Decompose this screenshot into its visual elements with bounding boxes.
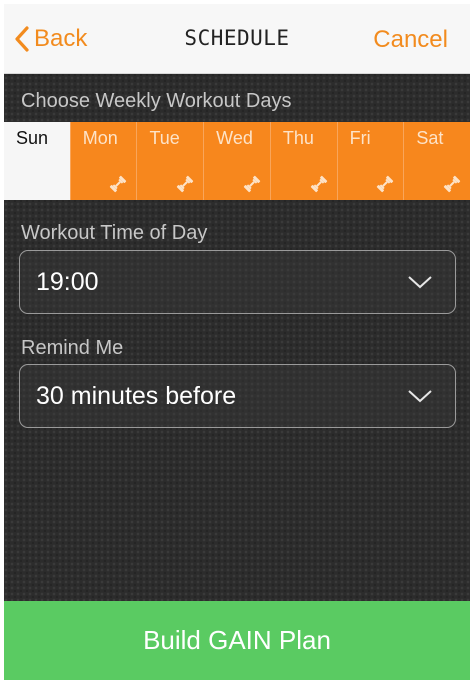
reminder-dropdown[interactable]: 30 minutes before [19, 364, 456, 428]
day-toggle-fri[interactable]: Fri [336, 122, 404, 200]
chevron-down-icon [408, 276, 432, 289]
dumbbell-icon [310, 175, 327, 193]
day-label: Sat [416, 128, 444, 148]
day-label: Wed [216, 128, 253, 148]
dumbbell-icon [243, 175, 261, 193]
day-label: Fri [349, 128, 371, 148]
dumbbell-icon [110, 175, 127, 193]
build-plan-label: Build GAIN Plan [143, 625, 331, 655]
dumbbell-icon [377, 175, 394, 193]
day-picker: Sun Mon Tue Wed Thu Fri Sat [4, 122, 470, 200]
workout-time-label: Workout Time of Day [21, 222, 208, 244]
dumbbell-icon [177, 175, 194, 193]
day-toggle-mon[interactable]: Mon [69, 122, 137, 200]
workout-time-value: 19:00 [36, 268, 99, 296]
workout-time-dropdown[interactable]: 19:00 [19, 250, 456, 314]
day-label: Sun [16, 128, 49, 148]
weekly-days-label: Choose Weekly Workout Days [21, 90, 292, 112]
day-toggle-tue[interactable]: Tue [136, 122, 204, 200]
day-label: Tue [149, 128, 180, 148]
day-toggle-wed[interactable]: Wed [203, 122, 270, 200]
cancel-button[interactable]: Cancel [373, 26, 448, 54]
remind-me-label: Remind Me [21, 337, 124, 359]
day-toggle-thu[interactable]: Thu [269, 122, 337, 200]
reminder-value: 30 minutes before [36, 382, 237, 410]
day-label: Thu [282, 128, 314, 148]
navigation-bar: Back SCHEDULE Cancel [4, 4, 470, 74]
build-plan-button[interactable]: Build GAIN Plan [4, 601, 470, 680]
day-toggle-sun[interactable]: Sun [4, 122, 70, 200]
day-label: Mon [82, 128, 118, 148]
dumbbell-icon [443, 175, 461, 193]
schedule-screen: Back SCHEDULE Cancel Choose Weekly Worko… [4, 4, 470, 680]
day-toggle-sat[interactable]: Sat [403, 122, 470, 200]
chevron-down-icon [408, 390, 432, 403]
